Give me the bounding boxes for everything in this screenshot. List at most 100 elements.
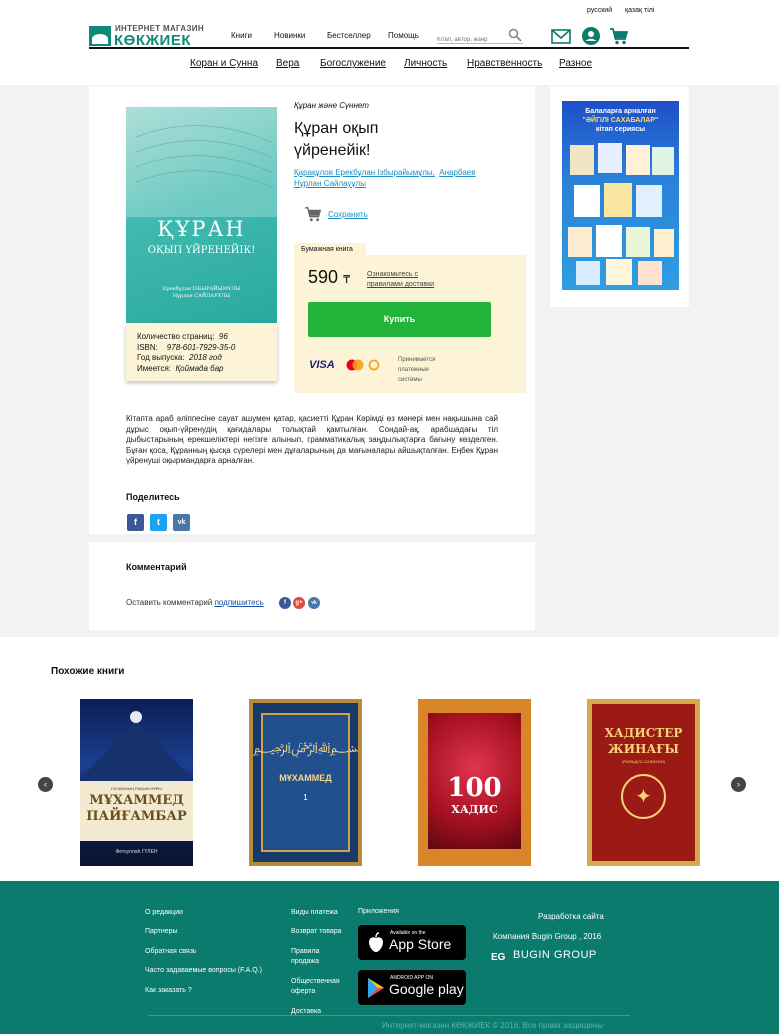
share-title: Поделитесь	[126, 492, 180, 502]
app-store-button[interactable]: Available on the App Store	[358, 925, 466, 960]
save-link[interactable]: Сохранить	[328, 210, 368, 219]
apple-icon	[369, 932, 383, 952]
subscribe-link[interactable]: подпишитесь	[215, 598, 264, 607]
stock-value: Қоймада бар	[175, 363, 224, 373]
footer-offer-link[interactable]: Общественная оферта	[291, 977, 346, 997]
bugin-logo-icon: EG	[491, 952, 506, 962]
book2-volume: 1	[303, 793, 308, 802]
cover-subtitle: ОҚЫП ҮЙРЕНЕЙІК!	[147, 245, 256, 256]
category-quran-sunna[interactable]: Коран и Сунна	[190, 58, 258, 69]
payment-note: Принимается платежные системы	[398, 355, 435, 385]
footer-returns-link[interactable]: Возврат товара	[291, 927, 342, 937]
pages-label: Количество страниц:	[137, 332, 215, 341]
book1-author: Фетхуллаһ ГҮЛЕН	[115, 849, 158, 855]
comment-googleplus-icon[interactable]: g+	[293, 597, 305, 609]
cart-save-icon[interactable]	[305, 206, 323, 222]
product-title: Құран оқып үйренейік!	[294, 118, 378, 162]
footer-sale-rules-link[interactable]: Правила продажа	[291, 947, 336, 967]
banner-text: Балаларға арналған "ӘЙГІЛІ САХАБАЛАР" кі…	[562, 107, 679, 134]
footer-feedback-link[interactable]: Обратная связь	[145, 947, 197, 957]
site-logo[interactable]: ИНТЕРНЕТ МАГАЗИН КӨКЖИЕК	[89, 24, 209, 49]
banner-line1: Балаларға арналған	[585, 108, 656, 115]
nav-help[interactable]: Помощь	[388, 31, 419, 40]
svg-text:EG: EG	[491, 952, 506, 962]
lang-ru-link[interactable]: русский	[587, 7, 612, 14]
mountain-illustration	[80, 711, 193, 779]
carousel-next-button[interactable]: ›	[731, 777, 746, 792]
year-label: Год выпуска:	[137, 353, 185, 362]
share-facebook-icon[interactable]: f	[127, 514, 144, 531]
nav-books[interactable]: Книги	[231, 31, 252, 40]
author-link-2[interactable]: Анарбаев	[439, 168, 475, 177]
category-misc[interactable]: Разное	[559, 58, 592, 69]
isbn-label: ISBN:	[137, 342, 158, 352]
mail-icon[interactable]	[551, 26, 571, 46]
category-morality[interactable]: Нравственность	[467, 58, 542, 69]
qiwi-icon	[368, 359, 380, 371]
book-series-illustration	[568, 143, 674, 285]
buy-button[interactable]: Купить	[308, 302, 491, 337]
dev-logo[interactable]: BUGIN GROUP	[513, 950, 597, 961]
quran-page-illustration	[126, 107, 277, 217]
book2-calligraphy-icon: ﷽	[253, 740, 361, 756]
sahaba-series-banner[interactable]: Балаларға арналған "ӘЙГІЛІ САХАБАЛАР" кі…	[562, 101, 679, 290]
carousel-prev-button[interactable]: ‹	[38, 777, 53, 792]
price-value: 590	[308, 267, 339, 287]
pages-value: 96	[218, 332, 228, 341]
similar-book-3[interactable]: 100 ХАДИС	[418, 699, 531, 866]
share-twitter-icon[interactable]: t	[150, 514, 167, 531]
comments-card	[89, 542, 535, 630]
format-tab-paper[interactable]: Бумажная книга	[294, 243, 366, 257]
header-divider	[89, 47, 689, 49]
payment-note-line1: Принимается	[398, 357, 436, 363]
product-title-line2: үйренейік!	[294, 142, 371, 159]
category-worship[interactable]: Богослужение	[320, 58, 386, 69]
similar-book-1[interactable]: ҒАЛАМНЫҢ РАҚЫМ НҰРЫ МҰХАММЕД ПАЙҒАМБАР Ф…	[80, 699, 193, 866]
author-link-3[interactable]: Нұрлан Сайлауұлы	[294, 179, 366, 188]
book4-emblem-icon: ✦	[621, 774, 666, 819]
search-input[interactable]	[437, 33, 507, 47]
footer-partners-link[interactable]: Партнеры	[145, 927, 178, 937]
payment-note-line3: системы	[398, 377, 422, 383]
book-details: Количество страниц: 96 ISBN: 978-601-792…	[126, 323, 277, 381]
price-currency: ₸	[343, 274, 351, 286]
footer-how-to-order-link[interactable]: Как заказать ?	[145, 986, 192, 996]
dev-title: Разработка сайта	[538, 912, 604, 921]
comment-vk-icon[interactable]: vk	[308, 597, 320, 609]
product-category: Құран және Сүннет	[294, 101, 369, 110]
similar-book-4[interactable]: ХАДИСТЕР ЖИНАҒЫ (РИЯАДУС-САЛИХИН) ✦	[587, 699, 700, 866]
book3-subtitle: ХАДИС	[451, 803, 498, 816]
nav-bestseller[interactable]: Бестселлер	[327, 31, 371, 40]
search-icon[interactable]	[508, 28, 522, 42]
comments-prompt: Оставить комментарий подпишитесь	[126, 598, 264, 607]
cover-title: ҚҰРАН	[157, 217, 246, 241]
comment-facebook-icon[interactable]: f	[279, 597, 291, 609]
share-vk-icon[interactable]: vk	[173, 514, 190, 531]
site-header: русский қазақ тілі ИНТЕРНЕТ МАГАЗИН КӨКЖ…	[0, 0, 779, 85]
product-title-line1: Құран оқып	[294, 120, 379, 137]
footer-divider	[148, 1015, 630, 1016]
category-faith[interactable]: Вера	[276, 58, 299, 69]
book4-title-2: ЖИНАҒЫ	[608, 742, 679, 756]
nav-new[interactable]: Новинки	[274, 31, 305, 40]
mastercard-icon	[346, 359, 364, 371]
delivery-rules-line2: правилами доставки	[367, 281, 435, 288]
user-account-icon[interactable]	[581, 26, 601, 46]
year-value: 2018 год	[189, 353, 222, 362]
visa-logo: VISA	[309, 359, 335, 371]
google-play-button[interactable]: ANDROID APP ON Google play	[358, 970, 466, 1005]
book3-title: 100	[447, 773, 502, 803]
footer-faq-link[interactable]: Часто задаваемые вопросы (F.A.Q.)	[145, 966, 262, 976]
footer-about-link[interactable]: О редакции	[145, 908, 183, 918]
isbn-value: 978-601-7929-35-0	[166, 342, 236, 352]
similar-book-2[interactable]: ﷽ МҰХАММЕД 1	[249, 699, 362, 866]
author-link-1[interactable]: Қарақұлов Ерекбұлан Ізбырайымұлы,	[294, 168, 435, 177]
app-store-big: App Store	[389, 936, 452, 952]
category-personality[interactable]: Личность	[404, 58, 447, 69]
footer-payment-types-link[interactable]: Виды платежа	[291, 908, 338, 918]
delivery-rules-link[interactable]: Ознакомьтесь с правилами доставки	[367, 270, 434, 290]
cart-icon[interactable]	[609, 26, 629, 46]
lang-kz-link[interactable]: қазақ тілі	[625, 7, 654, 14]
banner-line3: кітап сериясы	[595, 126, 646, 133]
cover-author-2: Нұрлан САЙЛАУҰЛЫ	[172, 293, 231, 299]
